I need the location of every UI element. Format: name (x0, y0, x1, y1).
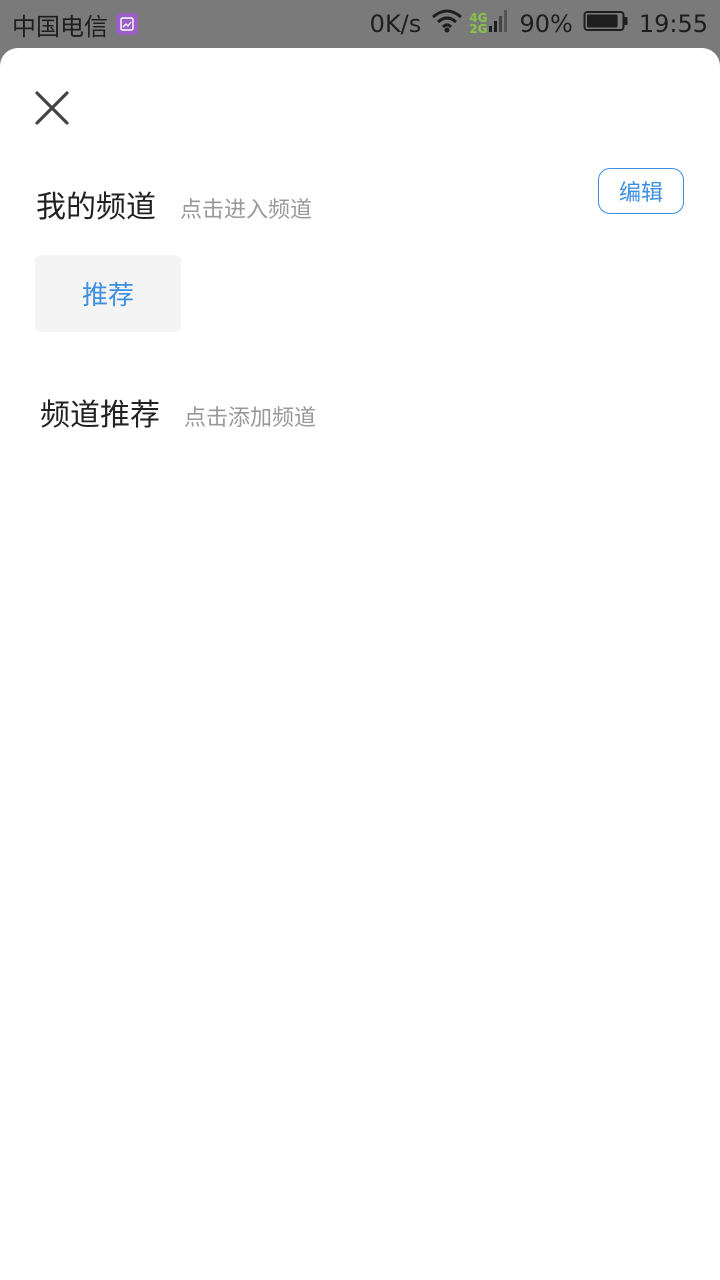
signal-icon (489, 8, 509, 40)
my-channels-hint: 点击进入频道 (180, 198, 313, 223)
network-type-bottom: 2G (469, 22, 488, 36)
image-notification-icon (116, 13, 138, 35)
channel-chip-recommend[interactable]: 推荐 (35, 255, 181, 332)
battery-icon (583, 9, 629, 39)
battery-percent: 90% (519, 10, 573, 38)
close-icon (35, 91, 69, 125)
status-bar: 中国电信 0K/s 4G 2G 90% 19:55 (0, 0, 720, 48)
network-type: 4G 2G (469, 12, 488, 36)
recommended-channels-hint: 点击添加频道 (184, 406, 317, 431)
status-bar-left: 中国电信 (12, 0, 138, 48)
clock: 19:55 (638, 10, 708, 38)
carrier-name: 中国电信 (12, 12, 108, 41)
network-speed: 0K/s (369, 10, 422, 38)
status-bar-right: 0K/s 4G 2G 90% 19:55 (360, 0, 708, 48)
channel-sheet: 我的频道 点击进入频道 编辑 推荐 频道推荐 点击添加频道 (0, 48, 720, 1280)
recommended-channels-title: 频道推荐 (40, 398, 160, 433)
close-button[interactable] (32, 88, 72, 128)
edit-button[interactable]: 编辑 (598, 168, 684, 214)
wifi-icon (431, 9, 463, 39)
my-channels-title: 我的频道 (36, 190, 156, 225)
